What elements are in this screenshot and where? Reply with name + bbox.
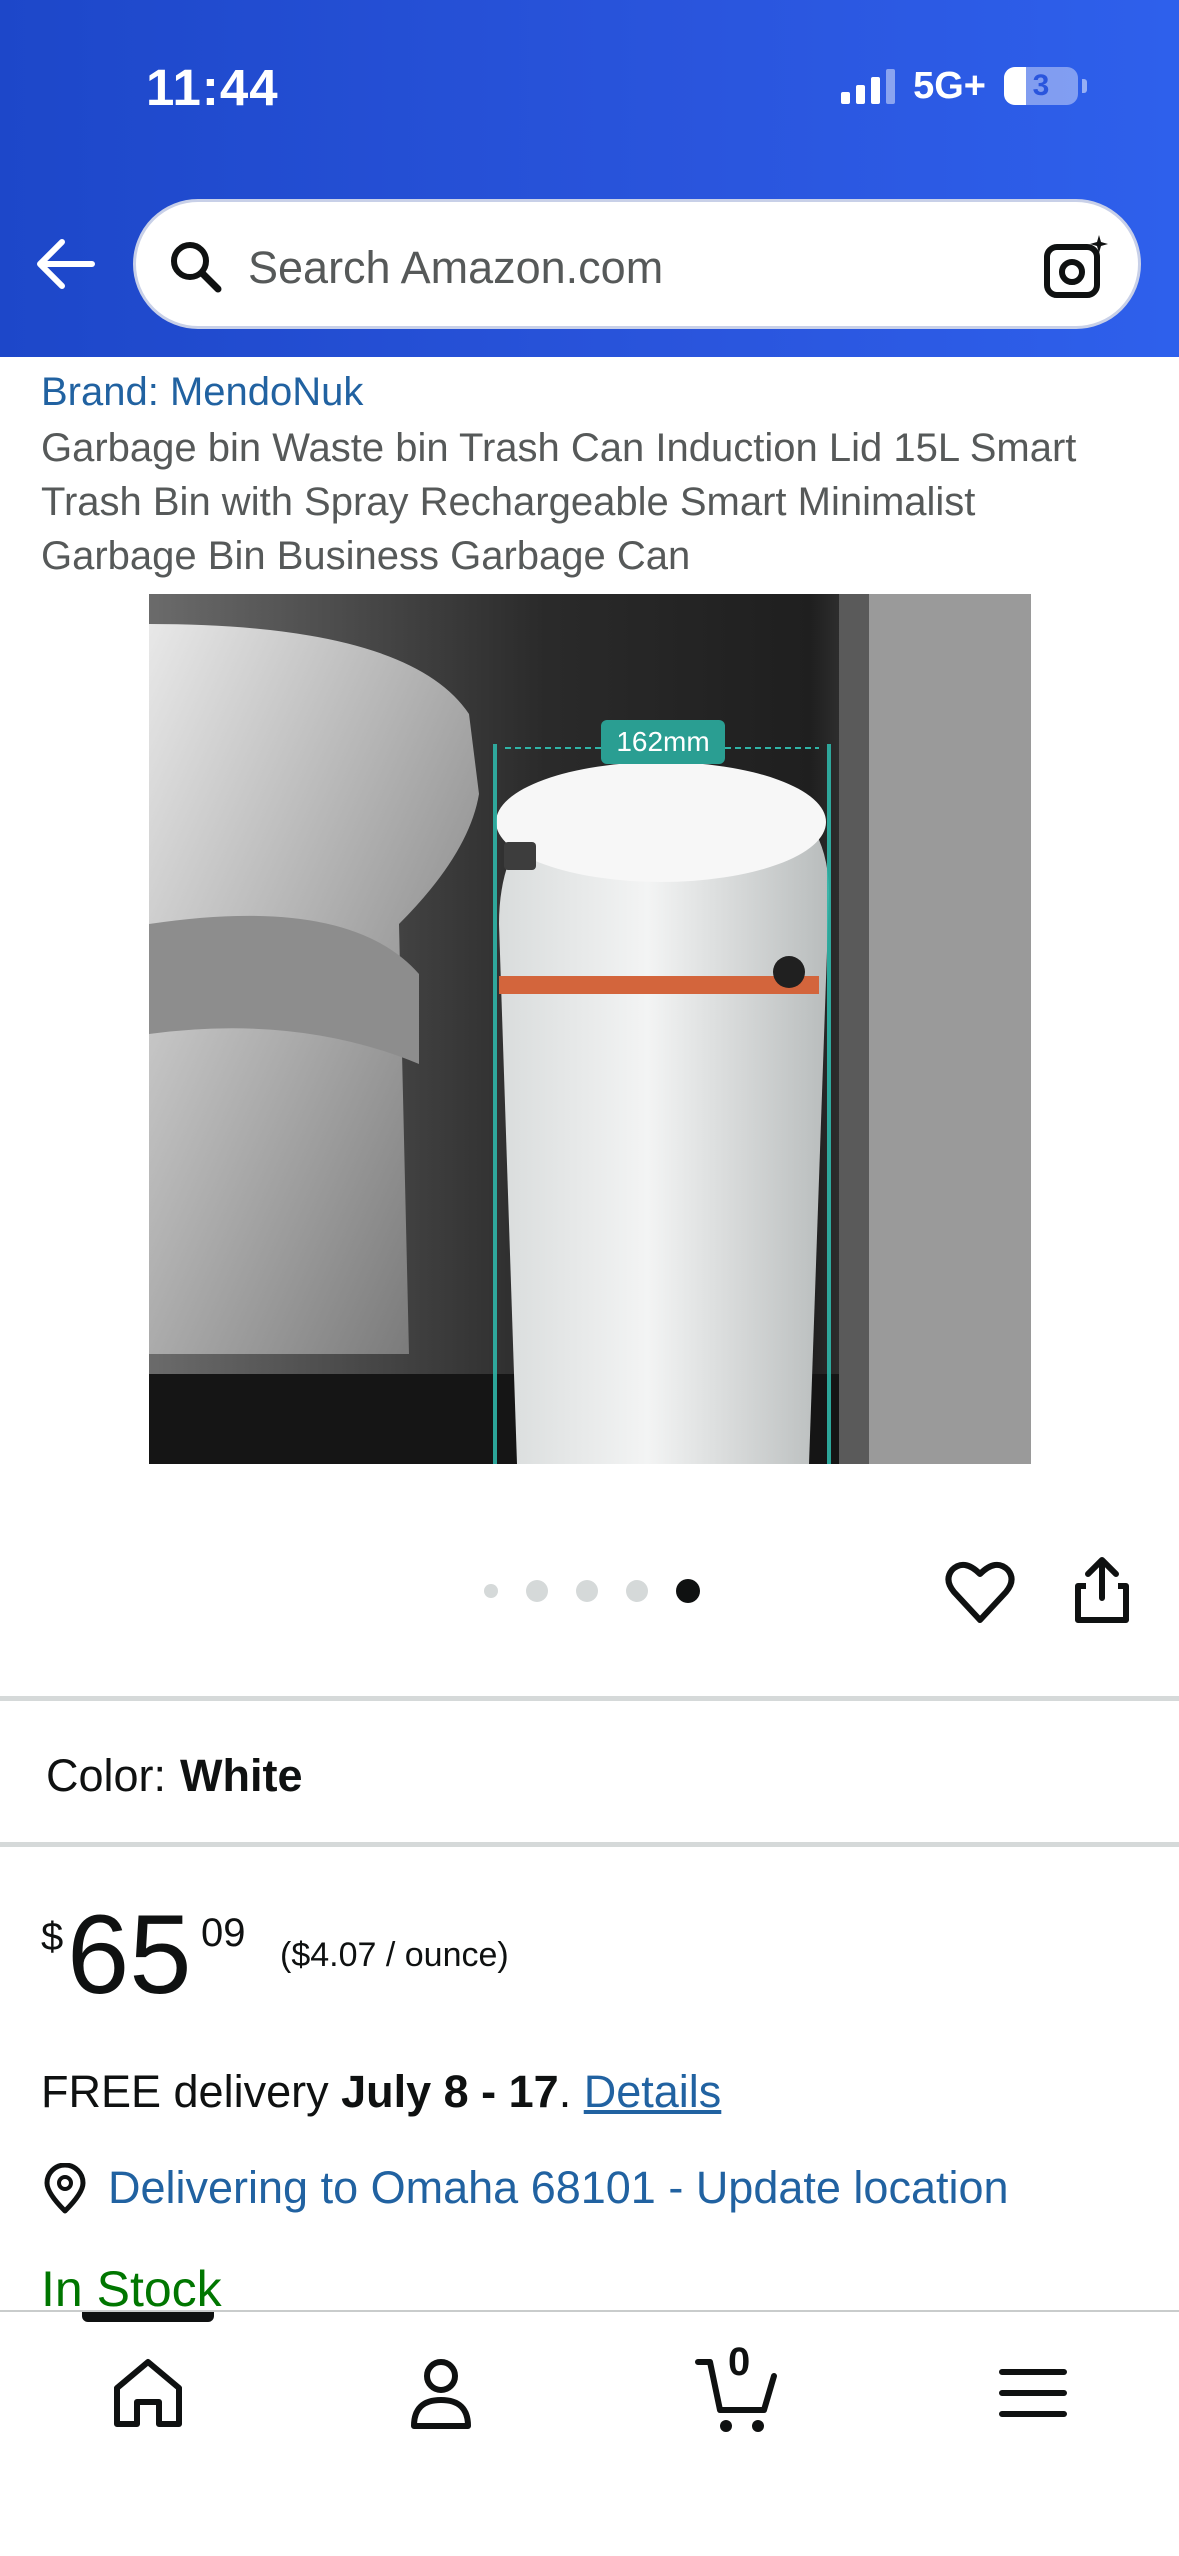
- search-placeholder: Search Amazon.com: [248, 242, 664, 293]
- active-tab-indicator: [82, 2312, 214, 2322]
- camera-search-icon[interactable]: [1042, 233, 1112, 301]
- back-arrow-icon[interactable]: [34, 236, 96, 292]
- menu-icon[interactable]: [988, 2348, 1078, 2438]
- pagination-dot[interactable]: [526, 1580, 548, 1602]
- pagination-dot[interactable]: [676, 1579, 700, 1603]
- brand-link[interactable]: Brand: MendoNuk: [41, 370, 363, 415]
- price-symbol: $: [41, 1915, 64, 1959]
- status-indicators: 5G+ 3: [841, 64, 1087, 108]
- location-pin-icon: [44, 2163, 86, 2214]
- color-label: Color:: [46, 1750, 167, 1801]
- delivery-location-link[interactable]: Delivering to Omaha 68101 - Update locat…: [108, 2162, 1009, 2214]
- color-value: White: [180, 1750, 303, 1801]
- battery-icon: 3: [1004, 67, 1078, 105]
- wishlist-heart-icon[interactable]: [944, 1558, 1016, 1626]
- account-icon[interactable]: [396, 2348, 486, 2438]
- delivery-prefix: FREE delivery: [41, 2066, 342, 2117]
- search-icon: [171, 242, 222, 293]
- section-divider: [0, 1696, 1179, 1701]
- header: 11:44 5G+ 3 Search Amazon.com: [0, 0, 1179, 357]
- home-icon[interactable]: [103, 2348, 193, 2438]
- color-selector[interactable]: Color: White: [46, 1750, 303, 1802]
- delivery-details-link[interactable]: Details: [584, 2066, 722, 2117]
- status-time: 11:44: [146, 59, 279, 116]
- product-image[interactable]: 162mm: [149, 594, 1031, 1464]
- delivery-separator: .: [558, 2066, 584, 2117]
- cellular-signal-icon: [841, 68, 896, 104]
- product-title: Garbage bin Waste bin Trash Can Inductio…: [41, 426, 1077, 578]
- image-pagination[interactable]: [484, 1578, 700, 1604]
- price-fraction: 09: [201, 1911, 246, 1955]
- delivery-info: FREE delivery July 8 - 17. Details: [41, 2066, 721, 2118]
- battery-level: 3: [1032, 69, 1050, 102]
- cart-count-badge: 0: [728, 2340, 751, 2384]
- image-dimension-label: 162mm: [616, 726, 709, 757]
- bottom-navigation: [0, 2310, 1179, 2556]
- unit-price: ($4.07 / ounce): [280, 1936, 509, 1974]
- pagination-dot[interactable]: [484, 1584, 498, 1598]
- battery-nub: [1082, 79, 1087, 93]
- search-input[interactable]: Search Amazon.com: [133, 199, 1141, 329]
- price-whole: 65: [67, 1892, 192, 2017]
- network-type: 5G+: [913, 64, 986, 107]
- section-divider: [0, 1842, 1179, 1847]
- pagination-dot[interactable]: [626, 1580, 648, 1602]
- pagination-dot[interactable]: [576, 1580, 598, 1602]
- share-icon[interactable]: [1070, 1554, 1134, 1626]
- product-photo: 162mm: [149, 594, 1031, 1464]
- delivery-dates: July 8 - 17: [341, 2066, 559, 2117]
